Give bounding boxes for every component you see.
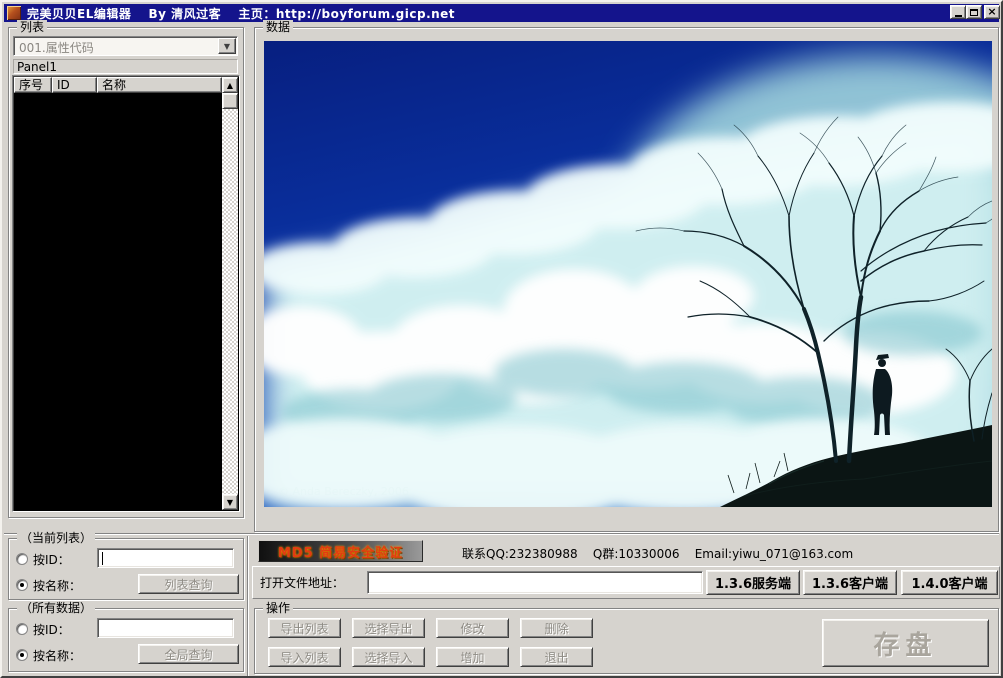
- list-scrollbar-thumb[interactable]: [222, 93, 238, 109]
- chevron-down-icon: ▼: [224, 42, 230, 51]
- all-by-name-label: 按名称：: [33, 647, 81, 664]
- minimize-button[interactable]: [950, 5, 966, 19]
- server-136-button[interactable]: 1.3.6服务端: [706, 570, 800, 595]
- client-140-button[interactable]: 1.4.0客户端: [901, 570, 998, 595]
- exit-button[interactable]: 退出: [520, 647, 593, 667]
- all-by-name-radio[interactable]: [16, 649, 28, 661]
- client-136-button[interactable]: 1.3.6客户端: [803, 570, 897, 595]
- list-scrollbar-track[interactable]: [222, 93, 238, 495]
- scroll-up-icon: ▲: [227, 81, 233, 90]
- horizontal-divider: [4, 533, 999, 535]
- global-query-button[interactable]: 全局查询: [138, 644, 239, 664]
- import-list-button[interactable]: 导入列表: [268, 647, 341, 667]
- all-by-id-label: 按ID：: [33, 621, 70, 638]
- scroll-up-button[interactable]: ▲: [222, 77, 238, 93]
- close-icon: ×: [987, 7, 996, 17]
- modify-button[interactable]: 修改: [436, 618, 509, 638]
- item-listview[interactable]: 序号 ID 名称 ▲ ▼: [12, 75, 240, 512]
- app-window: 完美贝贝EL编辑器 By 清风过客 主页：http://boyforum.gic…: [0, 0, 1003, 678]
- contact-info: 联系QQ:232380988 Q群:10330006 Email:yiwu_07…: [462, 545, 853, 562]
- delete-button[interactable]: 删除: [520, 618, 593, 638]
- list-group-label: 列表: [17, 20, 47, 34]
- file-path-input[interactable]: [367, 571, 703, 594]
- close-button[interactable]: ×: [984, 5, 1000, 19]
- operations-group-label: 操作: [263, 601, 293, 615]
- maximize-button[interactable]: [966, 5, 982, 19]
- scroll-down-icon: ▼: [227, 498, 233, 507]
- current-by-id-radio[interactable]: [16, 553, 28, 565]
- save-button[interactable]: 存盘: [822, 619, 989, 667]
- photo-watermark: © Anda Bereczky, 2006: [278, 485, 409, 498]
- md5-verify-button[interactable]: MD5 简易安全验证: [258, 540, 423, 562]
- current-by-id-label: 按ID：: [33, 551, 70, 568]
- combo-dropdown-button[interactable]: ▼: [218, 38, 236, 54]
- panel1-label: Panel1: [13, 59, 238, 74]
- combobox-value: 001.属性代码: [19, 39, 94, 56]
- column-header-name[interactable]: 名称: [97, 77, 222, 93]
- window-title: 完美贝贝EL编辑器 By 清风过客 主页：http://boyforum.gic…: [27, 5, 455, 22]
- current-by-name-label: 按名称：: [33, 577, 81, 594]
- all-data-group-label: （所有数据）: [17, 601, 95, 615]
- list-combobox[interactable]: 001.属性代码 ▼: [13, 36, 238, 56]
- current-id-input[interactable]: [97, 548, 234, 568]
- all-id-input[interactable]: [97, 618, 234, 638]
- scroll-down-button[interactable]: ▼: [222, 494, 238, 510]
- file-path-label: 打开文件地址：: [260, 574, 344, 591]
- vertical-divider: [247, 536, 249, 676]
- current-list-group-label: （当前列表）: [17, 531, 95, 545]
- select-import-button[interactable]: 选择导入: [352, 647, 425, 667]
- select-export-button[interactable]: 选择导出: [352, 618, 425, 638]
- titlebar[interactable]: 完美贝贝EL编辑器 By 清风过客 主页：http://boyforum.gic…: [4, 4, 999, 22]
- export-list-button[interactable]: 导出列表: [268, 618, 341, 638]
- list-query-button[interactable]: 列表查询: [138, 574, 239, 594]
- add-button[interactable]: 增加: [436, 647, 509, 667]
- app-icon: [7, 6, 21, 20]
- all-by-id-radio[interactable]: [16, 623, 28, 635]
- preview-photo: © Anda Bereczky, 2006: [264, 41, 992, 507]
- maximize-icon: [970, 9, 978, 16]
- column-header-id[interactable]: ID: [52, 77, 97, 93]
- data-group-label: 数据: [263, 20, 293, 34]
- minimize-icon: [955, 15, 962, 17]
- current-by-name-radio[interactable]: [16, 579, 28, 591]
- text-caret: [102, 552, 103, 565]
- column-header-index[interactable]: 序号: [14, 77, 52, 93]
